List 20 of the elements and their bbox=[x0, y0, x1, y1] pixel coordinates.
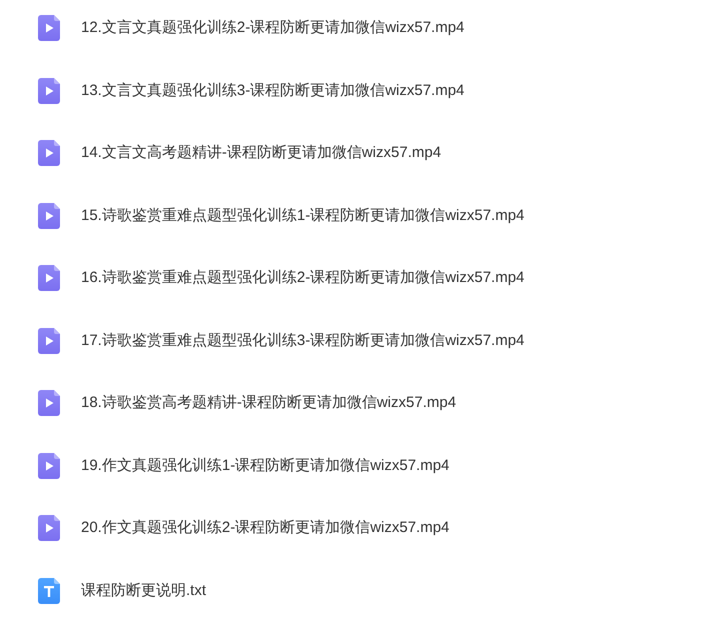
video-file-icon bbox=[38, 202, 60, 229]
file-name[interactable]: 19.作文真题强化训练1-课程防断更请加微信wizx57.mp4 bbox=[81, 454, 450, 477]
video-file-icon bbox=[38, 15, 60, 42]
video-file-icon bbox=[38, 140, 60, 166]
text-file-icon bbox=[38, 578, 60, 604]
file-name[interactable]: 课程防断更说明.txt bbox=[81, 580, 206, 602]
file-name[interactable]: 15.诗歌鉴赏重难点题型强化训练1-课程防断更请加微信wizx57.mp4 bbox=[81, 204, 524, 227]
video-file-icon bbox=[38, 328, 60, 354]
video-file-icon bbox=[38, 515, 60, 542]
file-name[interactable]: 12.文言文真题强化训练2-课程防断更请加微信wizx57.mp4 bbox=[81, 17, 464, 40]
file-name[interactable]: 17.诗歌鉴赏重难点题型强化训练3-课程防断更请加微信wizx57.mp4 bbox=[81, 330, 524, 352]
video-file-icon bbox=[38, 78, 60, 104]
video-file-icon bbox=[38, 390, 60, 416]
file-name[interactable]: 16.诗歌鉴赏重难点题型强化训练2-课程防断更请加微信wizx57.mp4 bbox=[81, 267, 524, 290]
file-name[interactable]: 14.文言文高考题精讲-课程防断更请加微信wizx57.mp4 bbox=[81, 142, 442, 164]
file-name[interactable]: 13.文言文真题强化训练3-课程防断更请加微信wizx57.mp4 bbox=[81, 80, 464, 102]
video-file-icon bbox=[38, 452, 60, 479]
file-name[interactable]: 18.诗歌鉴赏高考题精讲-课程防断更请加微信wizx57.mp4 bbox=[81, 392, 456, 414]
video-file-icon bbox=[38, 265, 60, 292]
file-name[interactable]: 20.作文真题强化训练2-课程防断更请加微信wizx57.mp4 bbox=[81, 517, 450, 540]
